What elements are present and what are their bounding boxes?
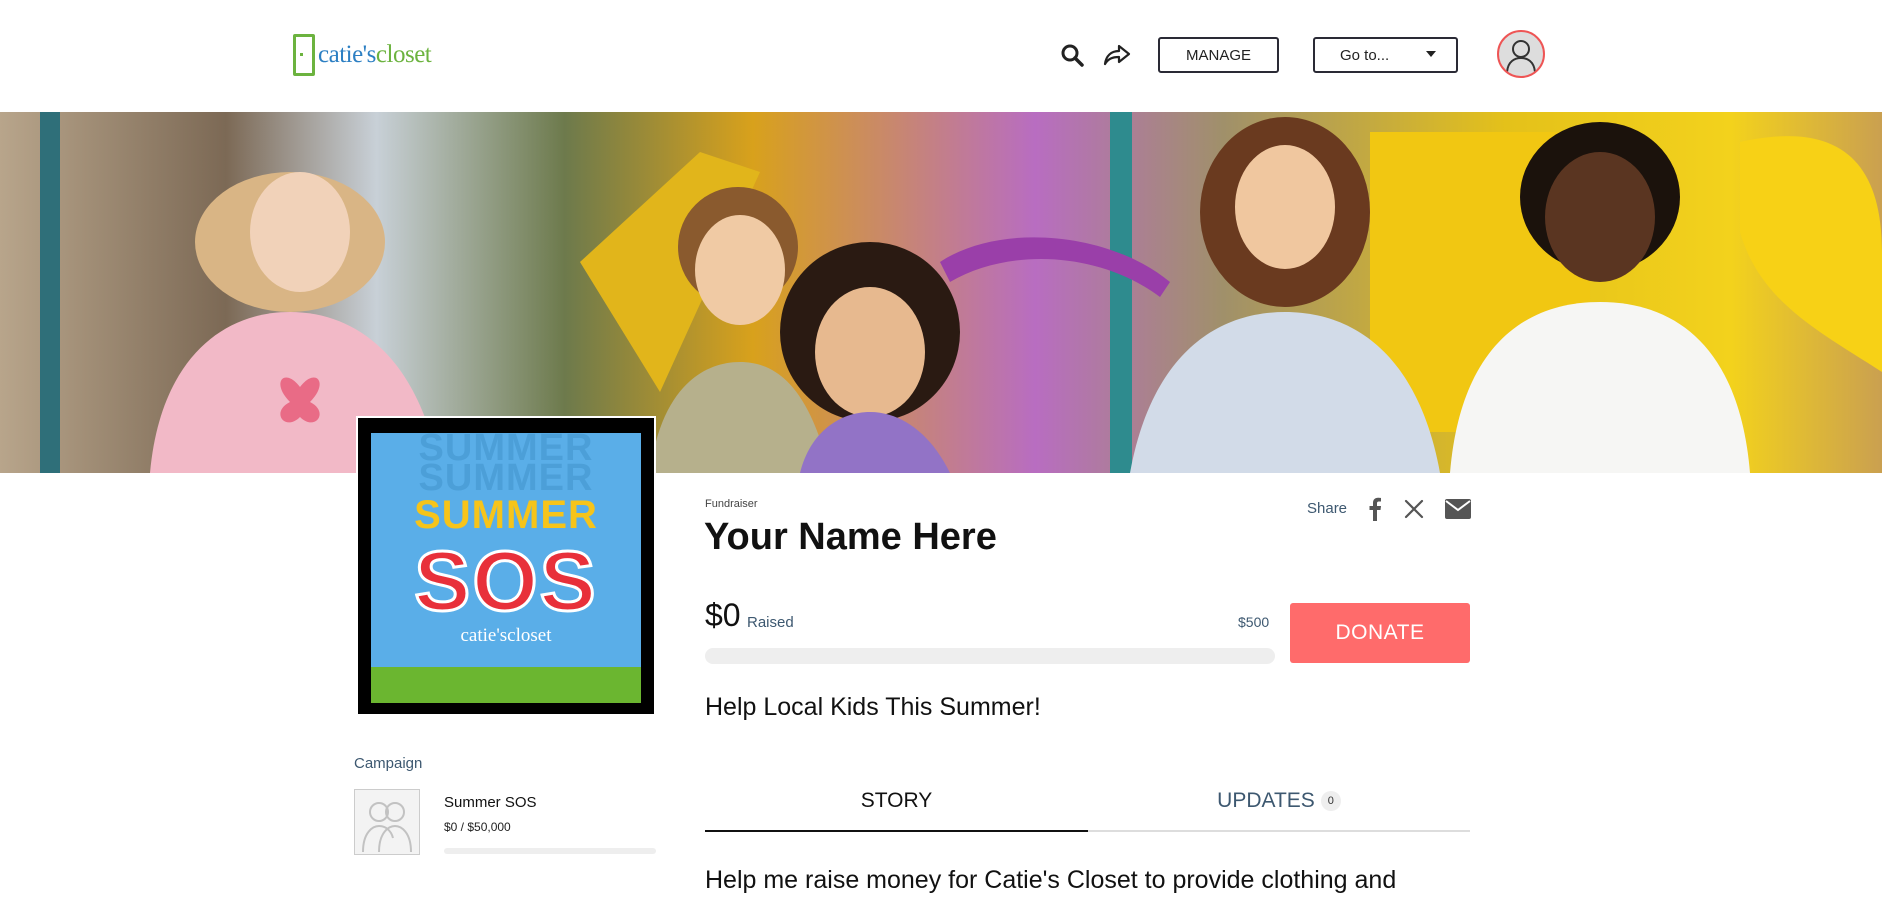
campaign-thumbnail[interactable] — [354, 789, 420, 855]
campaign-name-link[interactable]: Summer SOS — [444, 794, 537, 811]
donate-button[interactable]: DONATE — [1290, 603, 1470, 663]
story-body-text: Help me raise money for Catie's Closet t… — [705, 866, 1397, 894]
search-icon[interactable] — [1057, 38, 1087, 72]
user-avatar[interactable] — [1497, 30, 1545, 78]
poster-sos-text: SOS — [413, 533, 598, 630]
caret-down-icon — [1426, 51, 1436, 57]
poster-grass-strip — [371, 667, 641, 703]
poster-summer-text: SUMMER — [414, 493, 598, 537]
facebook-icon[interactable] — [1360, 494, 1390, 524]
raised-amount: $0 — [705, 597, 741, 633]
poster-brand-text: catie'scloset — [460, 625, 552, 646]
goto-dropdown[interactable]: Go to... — [1313, 37, 1458, 73]
tab-updates-label: UPDATES — [1217, 789, 1315, 812]
logo-text: catie'scloset — [318, 41, 432, 69]
campaign-poster-image: SUMMER SUMMER SUMMER SOS catie'scloset — [356, 416, 656, 716]
hero-illustration — [40, 112, 1882, 473]
fundraiser-tagline: Help Local Kids This Summer! — [705, 693, 1041, 721]
share-arrow-icon[interactable] — [1102, 38, 1132, 72]
tab-updates[interactable]: UPDATES 0 — [1088, 772, 1470, 832]
group-placeholder-icon — [362, 802, 412, 853]
site-header: catie'scloset MANAGE Go to... — [0, 0, 1882, 112]
x-twitter-icon[interactable] — [1399, 494, 1429, 524]
manage-button-label: MANAGE — [1185, 46, 1251, 64]
donate-button-label: DONATE — [1335, 621, 1425, 644]
logo-text-part1: catie's — [318, 41, 376, 68]
hero-banner-image — [0, 112, 1882, 473]
fundraiser-progress-bar — [705, 648, 1275, 664]
manage-button[interactable]: MANAGE — [1158, 37, 1279, 73]
fundraiser-title: Your Name Here — [704, 516, 997, 558]
door-logo-icon — [293, 34, 315, 76]
share-label: Share — [1307, 500, 1348, 517]
goto-dropdown-label: Go to... — [1340, 46, 1390, 64]
campaign-amount: $0 / $50,000 — [444, 820, 511, 834]
campaign-progress-bar — [444, 848, 656, 854]
caties-closet-logo[interactable]: catie'scloset — [293, 32, 432, 78]
poster-artwork: SUMMER SUMMER SUMMER SOS catie'scloset — [371, 433, 641, 703]
campaign-section-label: Campaign — [354, 755, 423, 772]
updates-count-badge: 0 — [1320, 791, 1341, 811]
content-tabs: STORY UPDATES 0 — [705, 772, 1470, 832]
goal-amount: $500 — [1238, 614, 1270, 630]
email-icon[interactable] — [1443, 494, 1473, 524]
tab-story[interactable]: STORY — [705, 772, 1088, 832]
logo-text-part2: closet — [375, 41, 432, 68]
user-icon — [1506, 40, 1536, 73]
raised-label: Raised — [747, 614, 794, 631]
fundraiser-type-label: Fundraiser — [705, 498, 758, 510]
tab-story-label: STORY — [860, 789, 933, 812]
